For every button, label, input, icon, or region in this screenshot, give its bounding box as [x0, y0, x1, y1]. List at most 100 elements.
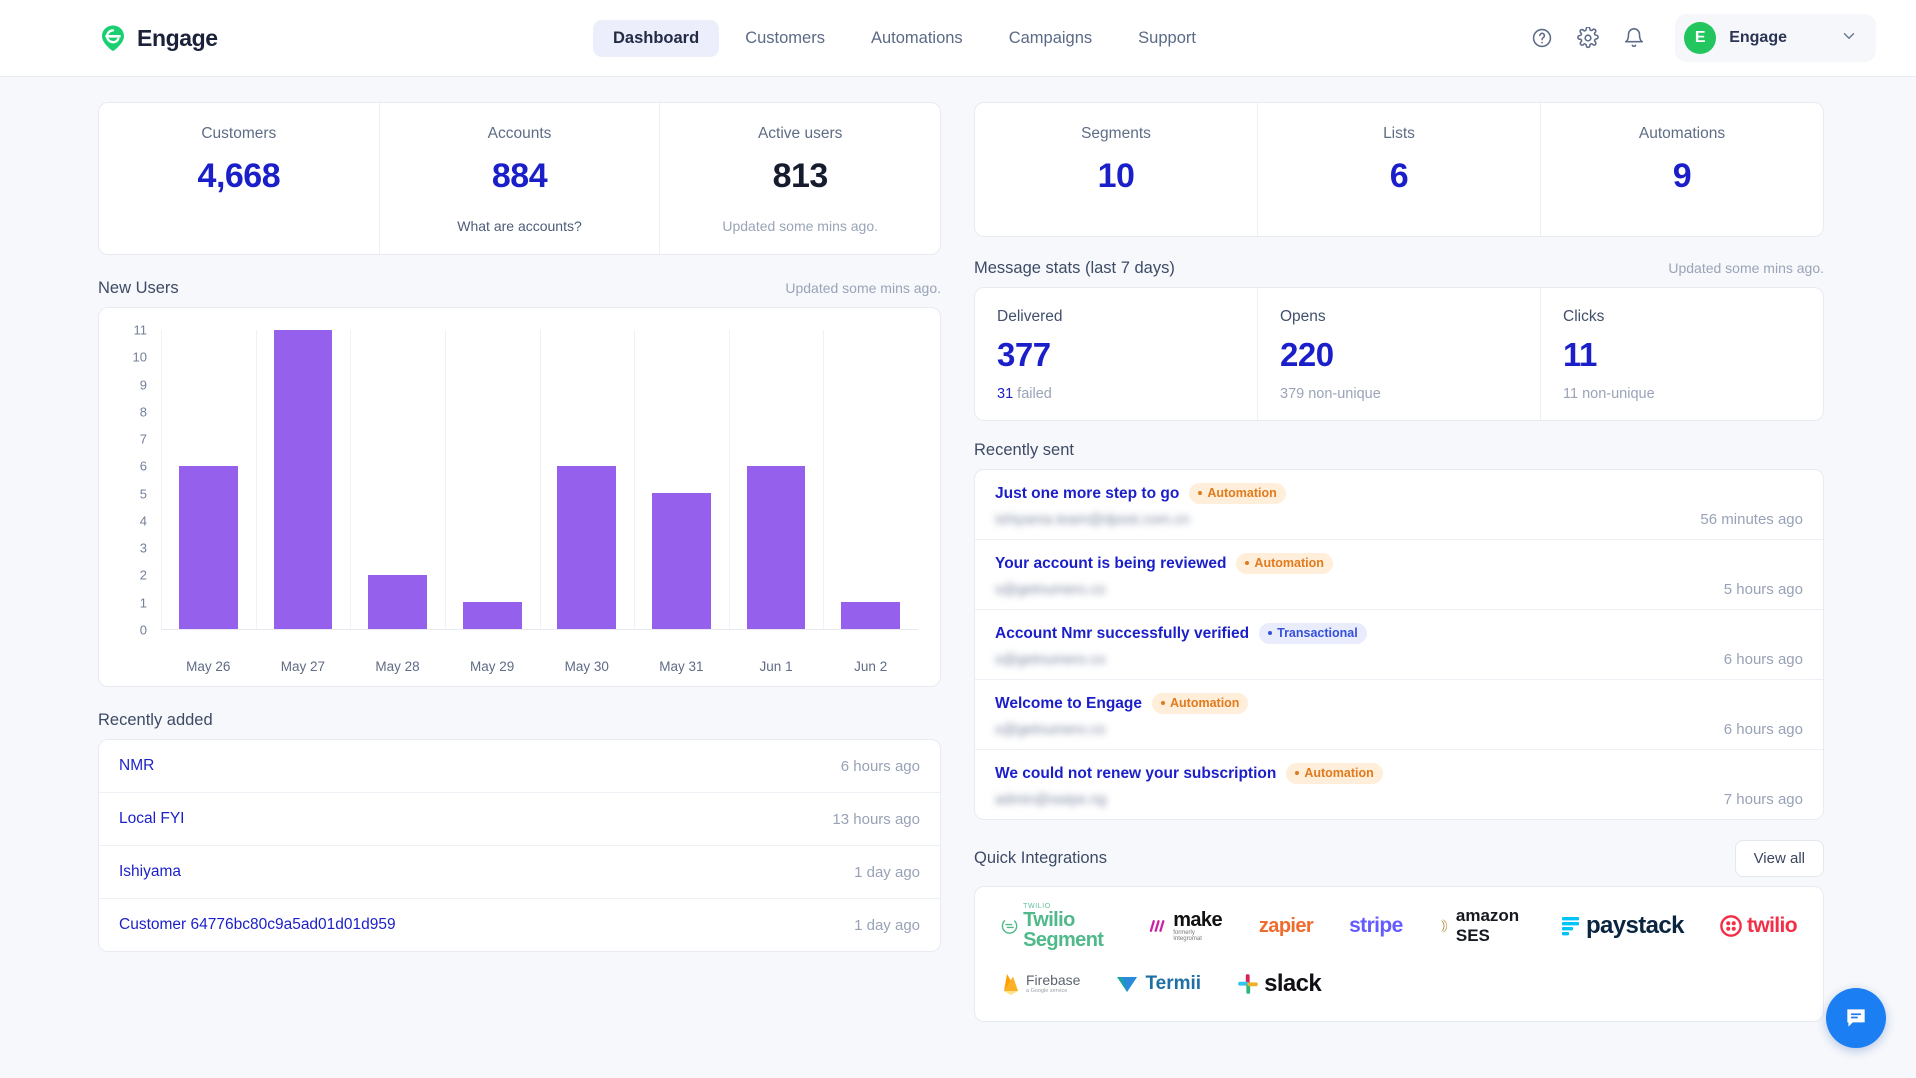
- stat-sub: [1268, 210, 1530, 218]
- recently-added-section: Recently added NMR 6 hours ago Local FYI13…: [98, 711, 941, 952]
- failed-label: failed: [1013, 386, 1052, 402]
- stat-accounts: Accounts 884 What are accounts?: [380, 103, 661, 254]
- chart-bar[interactable]: [274, 330, 333, 629]
- status-badge: Automation: [1152, 693, 1248, 714]
- nav-item-automations[interactable]: Automations: [851, 20, 983, 57]
- message-stat-value[interactable]: 377: [997, 336, 1235, 374]
- stat-value-automations[interactable]: 9: [1551, 157, 1813, 196]
- list-item[interactable]: Account Nmr successfully verified Transac…: [975, 610, 1823, 680]
- customer-name-link[interactable]: NMR: [119, 757, 154, 775]
- message-stats-row: Delivered 377 31 failed Opens 220 379 no…: [975, 288, 1823, 420]
- chart-bar[interactable]: [841, 602, 900, 629]
- list-item[interactable]: Local FYI13 hours ago: [99, 793, 940, 846]
- chart-bar[interactable]: [463, 602, 522, 629]
- view-all-integrations-button[interactable]: View all: [1735, 840, 1824, 877]
- resources-stats-card: Segments 10 Lists 6 Automations 9: [974, 102, 1824, 237]
- integration-termii[interactable]: Termii: [1116, 968, 1201, 1000]
- stat-customers: Customers 4,668: [99, 103, 380, 254]
- sent-row-footer: s@getnumero.co6 hours ago: [995, 721, 1803, 738]
- message-stat-value[interactable]: 220: [1280, 336, 1518, 374]
- message-subject-link[interactable]: We could not renew your subscription: [995, 765, 1276, 783]
- firebase-logo-icon: [1001, 972, 1021, 996]
- integration-segment[interactable]: TWILIO Twilio Segment: [1001, 910, 1113, 942]
- help-circle-icon[interactable]: [1529, 25, 1555, 51]
- list-item[interactable]: NMR 6 hours ago: [99, 740, 940, 793]
- chat-widget-button[interactable]: [1826, 988, 1886, 1048]
- chart-bar[interactable]: [368, 575, 427, 629]
- list-item[interactable]: Customer 64776bc80c9a5ad01d01d9591 day a…: [99, 899, 940, 951]
- header-actions: E Engage: [1529, 14, 1876, 62]
- bell-icon[interactable]: [1621, 25, 1647, 51]
- integration-label: Termii: [1145, 973, 1201, 995]
- chart-y-tick: 9: [140, 377, 147, 392]
- message-subject-link[interactable]: Welcome to Engage: [995, 695, 1142, 713]
- failed-count[interactable]: 31: [997, 386, 1013, 402]
- chart-bar[interactable]: [557, 466, 616, 629]
- new-users-bar-chart: 11109876543210: [121, 330, 918, 650]
- recently-sent-title: Recently sent: [974, 441, 1074, 460]
- integration-stripe[interactable]: stripe: [1349, 910, 1403, 942]
- stat-label: Segments: [985, 125, 1247, 143]
- chart-y-tick: 2: [140, 568, 147, 583]
- stat-value-lists[interactable]: 6: [1268, 157, 1530, 196]
- recently-sent-section: Recently sent Just one more step to goAu…: [974, 441, 1824, 820]
- integration-amazon-ses[interactable]: amazon SES: [1439, 910, 1525, 942]
- chart-bar-slot: [256, 330, 351, 629]
- integration-label: amazon SES: [1456, 906, 1525, 946]
- integration-make[interactable]: make formerly Integromat: [1149, 910, 1223, 942]
- message-stat-label: Clicks: [1563, 308, 1801, 326]
- what-are-accounts-link[interactable]: What are accounts?: [390, 218, 650, 236]
- list-item[interactable]: Ishiyama1 day ago: [99, 846, 940, 899]
- message-subject-link[interactable]: Your account is being reviewed: [995, 555, 1226, 573]
- integration-zapier[interactable]: zapier: [1259, 910, 1313, 942]
- status-badge: Automation: [1236, 553, 1332, 574]
- timestamp: 6 hours ago: [1724, 721, 1803, 738]
- gear-icon[interactable]: [1575, 25, 1601, 51]
- list-item[interactable]: Just one more step to goAutomationishiya…: [975, 470, 1823, 540]
- chart-y-axis: 11109876543210: [121, 330, 147, 630]
- integration-twilio[interactable]: twilio: [1720, 910, 1797, 942]
- chart-bar-slot: [823, 330, 918, 629]
- list-item[interactable]: Welcome to Engage Automation s@getnumero.c…: [975, 680, 1823, 750]
- message-stat-value[interactable]: 11: [1563, 336, 1801, 374]
- list-item[interactable]: We could not renew your subscriptionAuto…: [975, 750, 1823, 819]
- stat-value-customers[interactable]: 4,668: [109, 157, 369, 196]
- nav-item-dashboard[interactable]: Dashboard: [593, 20, 719, 57]
- customer-name-link[interactable]: Customer 64776bc80c9a5ad01d01d959: [119, 916, 396, 934]
- stat-value-accounts[interactable]: 884: [390, 157, 650, 196]
- chart-x-tick: May 30: [540, 659, 635, 674]
- nav-item-customers[interactable]: Customers: [725, 20, 845, 57]
- badge-dot-icon: [1268, 631, 1272, 635]
- badge-label: Transactional: [1277, 626, 1358, 640]
- make-logo-icon: [1149, 917, 1168, 935]
- stat-sub: [1551, 210, 1813, 218]
- message-subject-link[interactable]: Just one more step to go: [995, 485, 1179, 503]
- chart-bar[interactable]: [179, 466, 238, 629]
- integration-paystack[interactable]: paystack: [1561, 910, 1684, 942]
- integration-label: slack: [1264, 970, 1321, 998]
- customer-name-link[interactable]: Ishiyama: [119, 863, 181, 881]
- integration-label: twilio: [1747, 914, 1797, 938]
- chart-bar[interactable]: [747, 466, 806, 629]
- nav-item-support[interactable]: Support: [1118, 20, 1216, 57]
- account-menu-button[interactable]: E Engage: [1675, 14, 1876, 62]
- integration-label-suffix: a Google service: [1026, 989, 1080, 995]
- message-stats-card: Delivered 377 31 failed Opens 220 379 no…: [974, 287, 1824, 421]
- chart-bar[interactable]: [652, 493, 711, 629]
- list-item[interactable]: Your account is being reviewed Automation…: [975, 540, 1823, 610]
- integration-label: paystack: [1586, 912, 1684, 940]
- stat-value-segments[interactable]: 10: [985, 157, 1247, 196]
- brand-logo[interactable]: Engage: [98, 23, 218, 53]
- timestamp: 6 hours ago: [841, 758, 920, 775]
- integration-firebase[interactable]: Firebase a Google service: [1001, 968, 1080, 1000]
- customer-name-link[interactable]: Local FYI: [119, 810, 184, 828]
- sent-row-header: Account Nmr successfully verified Transac…: [995, 623, 1803, 644]
- integrations-row-1: TWILIO Twilio Segment make formerly Inte…: [1001, 909, 1797, 943]
- chart-bar-slot: [634, 330, 729, 629]
- integration-slack[interactable]: slack: [1237, 968, 1321, 1000]
- nav-item-campaigns[interactable]: Campaigns: [989, 20, 1112, 57]
- recently-added-title: Recently added: [98, 711, 213, 730]
- message-subject-link[interactable]: Account Nmr successfully verified: [995, 625, 1249, 643]
- sent-row-footer: admin@swipe.ng7 hours ago: [995, 791, 1803, 808]
- integrations-row-2: Firebase a Google service Termii: [1001, 967, 1797, 1001]
